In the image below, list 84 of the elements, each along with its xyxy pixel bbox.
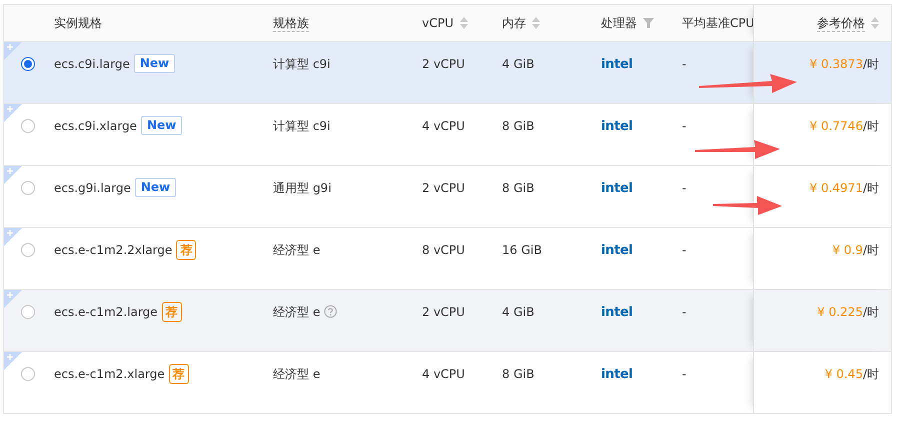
price-unit: /时 [862, 242, 879, 259]
table-row[interactable]: ecs.e-c1m2.xlarge 荐 经济型 e 4 vCPU 8 GiB intel - ¥ 0.45/时 [4, 352, 891, 414]
table-row[interactable]: ecs.e-c1m2.2xlarge 荐 经济型 e 8 vCPU 16 GiB intel - ¥ 0.9/时 [4, 228, 891, 290]
column-header: 参考价格 [817, 14, 865, 32]
radio-button[interactable] [21, 119, 35, 133]
plus-corner-icon[interactable] [4, 104, 22, 122]
column-header: 内存 [502, 14, 526, 32]
table-cell-text: 8 vCPU [422, 242, 465, 259]
table-cell-text: 4 vCPU [422, 366, 465, 383]
plus-corner-icon[interactable] [4, 228, 22, 246]
table-row[interactable]: ecs.c9i.large New 计算型 c9i 2 vCPU 4 GiB intel - ¥ 0.3873/时 [4, 42, 891, 104]
table-cell-text: 经济型 e [273, 242, 320, 259]
price-unit: /时 [862, 118, 879, 135]
sort-icon[interactable] [871, 17, 879, 29]
table-cell-text: 经济型 e [273, 366, 320, 383]
price: ¥ 0.3873 [810, 56, 863, 73]
column-header: 实例规格 [54, 14, 102, 32]
filter-icon[interactable] [643, 18, 654, 28]
recommend-badge: 荐 [168, 364, 189, 384]
table-row[interactable]: ecs.c9i.xlarge New 计算型 c9i 4 vCPU 8 GiB intel - ¥ 0.7746/时 [4, 104, 891, 166]
sort-icon[interactable] [460, 17, 468, 29]
table-cell-text: 经济型 e [273, 304, 320, 321]
processor-logo: intel [601, 118, 633, 136]
radio-button[interactable] [21, 181, 35, 195]
instance-type: ecs.c9i.large [54, 56, 130, 73]
column-header: 处理器 [601, 14, 637, 32]
processor-logo: intel [601, 304, 633, 322]
plus-corner-icon[interactable] [4, 290, 22, 308]
radio-button[interactable] [21, 243, 35, 257]
help-icon [324, 305, 338, 318]
price: ¥ 0.4971 [810, 180, 863, 197]
table-cell-text: 2 vCPU [422, 304, 465, 321]
table-cell-text: - [682, 366, 686, 383]
table-cell-text: 4 GiB [502, 56, 534, 73]
table-cell-text: 计算型 c9i [273, 56, 330, 73]
radio-button[interactable] [21, 57, 35, 71]
table-cell-text: - [682, 180, 686, 197]
column-header: vCPU [422, 16, 454, 30]
processor-logo: intel [601, 366, 633, 384]
sort-icon[interactable] [532, 17, 540, 29]
processor-logo: intel [601, 180, 633, 198]
new-badge: New [140, 116, 182, 135]
table-cell-text: - [682, 118, 686, 135]
price-unit: /时 [862, 180, 879, 197]
radio-button[interactable] [21, 367, 35, 381]
table-cell-text: 16 GiB [502, 242, 542, 259]
column-header: 平均基准CPU [682, 14, 753, 32]
instance-type: ecs.e-c1m2.large [54, 304, 158, 321]
table-cell-text: 计算型 c9i [273, 118, 330, 135]
table-cell-text: 2 vCPU [422, 180, 465, 197]
price: ¥ 0.45 [824, 366, 863, 383]
table-cell-text: 4 GiB [502, 304, 534, 321]
instance-type: ecs.c9i.xlarge [54, 118, 137, 135]
annotation-arrow [713, 196, 782, 215]
price-unit: /时 [862, 366, 879, 383]
instance-type: ecs.g9i.large [54, 180, 131, 197]
table-cell-text: 8 GiB [502, 118, 534, 135]
table-cell-text: - [682, 304, 686, 321]
price: ¥ 0.7746 [810, 118, 863, 135]
table-cell-text: - [682, 56, 686, 73]
recommend-badge: 荐 [176, 240, 196, 260]
processor-logo: intel [601, 56, 633, 74]
column-header: 规格族 [273, 14, 309, 32]
table-cell-text: 2 vCPU [422, 56, 465, 73]
table-cell-text: 8 GiB [502, 366, 534, 383]
instance-type: ecs.e-c1m2.xlarge [54, 366, 165, 383]
table-row[interactable]: ecs.g9i.large New 通用型 g9i 2 vCPU 8 GiB intel - ¥ 0.4971/时 [4, 166, 891, 228]
plus-corner-icon[interactable] [4, 352, 22, 370]
price: ¥ 0.225 [817, 304, 863, 321]
radio-button[interactable] [21, 305, 35, 319]
table-row[interactable]: ecs.e-c1m2.large 荐 经济型 e 2 vCPU 4 GiB intel - ¥ 0.225/时 [4, 290, 891, 352]
price: ¥ 0.9 [832, 242, 863, 259]
table-cell-text: 通用型 g9i [273, 180, 332, 197]
plus-corner-icon[interactable] [4, 166, 22, 184]
new-badge: New [134, 178, 176, 197]
table-cell-text: - [682, 242, 686, 259]
table-cell-text: 4 vCPU [422, 118, 465, 135]
table-cell-text: 8 GiB [502, 180, 534, 197]
processor-logo: intel [601, 242, 633, 260]
new-badge: New [134, 54, 176, 73]
price-unit: /时 [862, 56, 879, 73]
instance-type: ecs.e-c1m2.2xlarge [54, 242, 172, 259]
price-unit: /时 [862, 304, 879, 321]
recommend-badge: 荐 [162, 302, 182, 322]
